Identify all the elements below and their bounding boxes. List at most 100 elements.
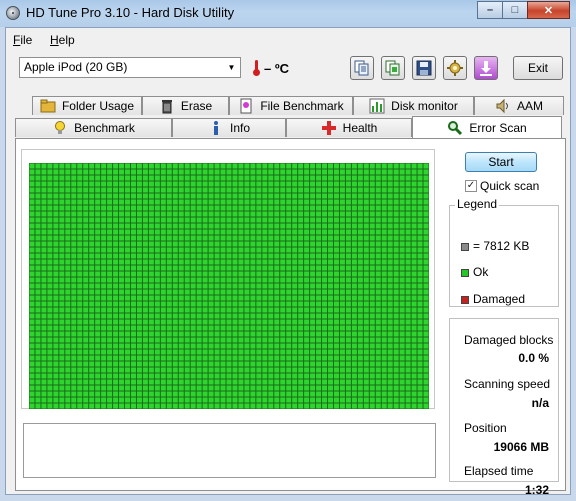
scan-block (190, 361, 196, 367)
copy-text-button[interactable] (350, 56, 374, 80)
scan-block (142, 361, 148, 367)
tab-error-scan[interactable]: Error Scan (412, 116, 562, 138)
scan-block (351, 211, 357, 217)
scan-block (160, 307, 166, 313)
quick-scan-checkbox[interactable]: ✓ (465, 180, 477, 192)
menu-help[interactable]: Help (50, 33, 75, 47)
scan-block (59, 391, 65, 397)
scan-block (166, 361, 172, 367)
scan-block (369, 379, 375, 385)
scan-block (154, 163, 160, 169)
scan-block (95, 187, 101, 193)
scan-block (136, 307, 142, 313)
scan-block (196, 307, 202, 313)
scan-block (202, 277, 208, 283)
scan-block (107, 349, 113, 355)
scan-block (411, 211, 417, 217)
scan-block (119, 289, 125, 295)
scan-block (262, 397, 268, 403)
maximize-button[interactable]: □ (502, 1, 528, 19)
scan-block (345, 295, 351, 301)
scan-block (71, 343, 77, 349)
scan-block (130, 241, 136, 247)
scan-block (71, 199, 77, 205)
scan-block (83, 241, 89, 247)
scan-block (244, 367, 250, 373)
scan-block (29, 265, 35, 271)
scan-block (83, 397, 89, 403)
scan-block (268, 385, 274, 391)
scan-block (375, 169, 381, 175)
scan-block (89, 199, 95, 205)
scan-block (268, 247, 274, 253)
scan-block (77, 169, 83, 175)
scan-block (345, 175, 351, 181)
scan-block (83, 283, 89, 289)
scan-block (190, 169, 196, 175)
scan-block (357, 271, 363, 277)
scan-block (65, 301, 71, 307)
scan-block (411, 367, 417, 373)
scan-block (405, 367, 411, 373)
scan-block (160, 349, 166, 355)
scan-block (160, 361, 166, 367)
scan-block (136, 211, 142, 217)
scan-block (172, 349, 178, 355)
tab-erase[interactable]: Erase (142, 96, 229, 115)
scan-block (214, 307, 220, 313)
menu-file[interactable]: File (13, 33, 32, 47)
exit-button[interactable]: Exit (513, 56, 563, 80)
scan-log-box[interactable] (23, 423, 436, 478)
scan-block (250, 307, 256, 313)
scan-block (184, 313, 190, 319)
scan-block (53, 193, 59, 199)
scan-block (136, 205, 142, 211)
tab-disk-monitor[interactable]: Disk monitor (353, 96, 474, 115)
scan-block (220, 331, 226, 337)
close-button[interactable]: ✕ (527, 1, 570, 19)
scan-block (178, 391, 184, 397)
scan-block (226, 223, 232, 229)
options-button[interactable] (443, 56, 467, 80)
drive-select[interactable]: Apple iPod (20 GB) ▼ (19, 57, 241, 78)
tab-benchmark[interactable]: Benchmark (15, 118, 172, 137)
scan-block (244, 397, 250, 403)
scan-block (280, 397, 286, 403)
scan-block (119, 229, 125, 235)
scan-block (160, 163, 166, 169)
scan-block (286, 283, 292, 289)
quick-scan-label[interactable]: Quick scan (480, 179, 539, 193)
copy-screenshot-button[interactable] (381, 56, 405, 80)
scan-block (250, 397, 256, 403)
scan-block (101, 187, 107, 193)
scan-block (393, 379, 399, 385)
title-bar[interactable]: HD Tune Pro 3.10 - Hard Disk Utility – □… (0, 0, 576, 27)
scan-block (417, 175, 423, 181)
tab-folder-usage[interactable]: Folder Usage (32, 96, 142, 115)
tab-file-benchmark[interactable]: File Benchmark (229, 96, 353, 115)
scan-block (190, 277, 196, 283)
start-button[interactable]: Start (465, 152, 537, 172)
scan-block (423, 373, 429, 379)
tab-info[interactable]: Info (172, 118, 286, 137)
scan-block (381, 211, 387, 217)
scan-block (130, 169, 136, 175)
scan-block (107, 247, 113, 253)
scan-block (262, 199, 268, 205)
minimize-button[interactable]: – (477, 1, 503, 19)
app-disk-icon[interactable] (6, 6, 20, 20)
scan-block (333, 277, 339, 283)
download-button[interactable] (474, 56, 498, 80)
scan-block (226, 229, 232, 235)
scan-block (417, 331, 423, 337)
scan-block (125, 301, 130, 307)
tab-aam[interactable]: AAM (474, 96, 564, 115)
scan-block (190, 397, 196, 403)
save-button[interactable] (412, 56, 436, 80)
scan-block (268, 163, 274, 169)
scan-block (375, 337, 381, 343)
dropdown-arrow-icon[interactable]: ▼ (223, 58, 240, 77)
scan-block (292, 385, 298, 391)
tab-health[interactable]: Health (286, 118, 412, 137)
scan-block (316, 163, 322, 169)
